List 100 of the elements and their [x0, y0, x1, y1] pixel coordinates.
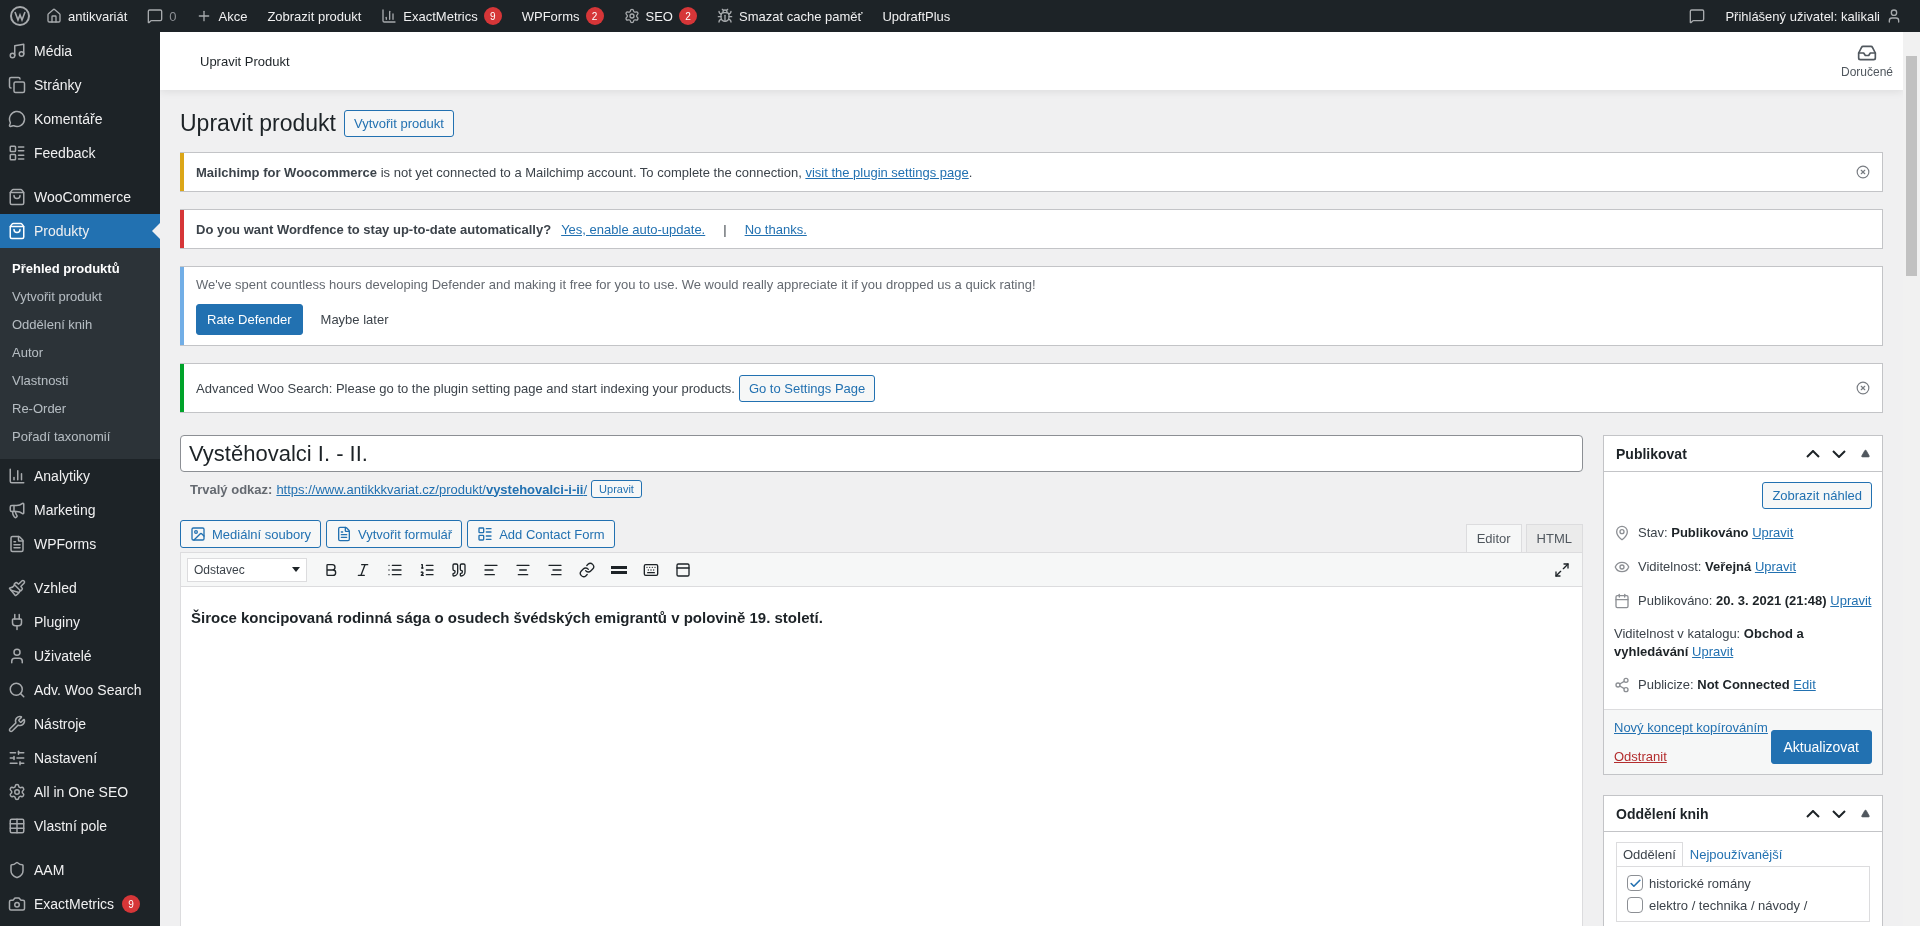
later-button[interactable]: Maybe later [308, 304, 401, 335]
user-link[interactable]: Přihlášený uživatel: kalikali [1715, 0, 1912, 32]
sidebar-item[interactable]: Nastavení [0, 741, 160, 775]
sidebar-item[interactable]: Pluginy [0, 605, 160, 639]
settings-link[interactable]: visit the plugin settings page [805, 164, 969, 180]
edit-link[interactable]: Upravit [1752, 524, 1794, 540]
header-title: Upravit Produkt [200, 53, 290, 69]
media-button[interactable]: Vytvořit formulář [326, 520, 463, 548]
meta-text: Stav: Publikováno Upravit [1638, 523, 1794, 542]
admin-bar-link[interactable]: Akce [186, 0, 258, 32]
media-icon [8, 42, 26, 60]
meta-text: Publicize: Not Connected Edit [1638, 676, 1816, 695]
media-button[interactable]: Add Contact Form [467, 520, 615, 548]
rate-button[interactable]: Rate Defender [196, 304, 303, 335]
category-tab[interactable]: Nejpoužívanější [1682, 842, 1790, 867]
sidebar-item[interactable]: WPForms [0, 527, 160, 561]
notice-link[interactable]: Yes, enable auto-update. [561, 221, 706, 237]
checkbox[interactable] [1627, 875, 1643, 892]
sidebar-item[interactable]: ExactMetrics 9 [0, 887, 160, 921]
close-icon[interactable] [1856, 381, 1870, 395]
eye-icon [1614, 559, 1630, 575]
pin-icon [1614, 525, 1630, 541]
close-icon[interactable] [1856, 165, 1870, 179]
submenu-item[interactable]: Přehled produktů [0, 255, 160, 283]
copy-draft-link[interactable]: Nový koncept kopírováním [1614, 720, 1768, 736]
sidebar-item[interactable]: Analytiky [0, 459, 160, 493]
fullscreen-icon [1554, 561, 1570, 578]
bold-icon [323, 561, 339, 578]
sidebar-item[interactable]: Komentáře [0, 102, 160, 136]
sidebar-item[interactable]: Uživatelé [0, 639, 160, 673]
submenu-item[interactable]: Re-Order [0, 395, 160, 423]
edit-permalink-button[interactable]: Upravit [591, 480, 642, 498]
format-select[interactable]: Odstavec [187, 557, 307, 582]
editor-tab[interactable]: Editor [1465, 524, 1522, 553]
edit-link[interactable]: Upravit [1754, 558, 1797, 574]
notice-text: Advanced Woo Search: Please go to the plugin setting page and start indexing your products. [196, 380, 735, 396]
edit-link[interactable]: Upravit [1830, 592, 1872, 608]
shield-icon [8, 861, 26, 879]
form-icon [8, 144, 26, 162]
sidebar-item[interactable]: All in One SEO [0, 775, 160, 809]
edit-link[interactable]: Upravit [1692, 644, 1734, 660]
form-icon [336, 526, 352, 542]
admin-bar-link[interactable]: antikvariát [36, 0, 138, 32]
notice-text: We've spent countless hours developing Defender and making it free for you to use. We would really appreciate it if you dropped us a quick rating! [196, 277, 1036, 292]
bar-chart-icon [381, 8, 398, 24]
category-tab[interactable]: Oddělení [1616, 842, 1683, 867]
count-badge: 9 [483, 7, 502, 25]
triangle-up-icon [1860, 809, 1870, 819]
sidebar-item[interactable]: Produkty [0, 214, 160, 248]
sidebar-item[interactable]: Média [0, 34, 160, 68]
keyboard-icon [643, 561, 659, 578]
admin-bar-link[interactable]: Smazat cache paměť [707, 0, 873, 32]
more-tag-icon [611, 565, 627, 574]
update-button[interactable]: Aktualizovat [1770, 730, 1872, 765]
edit-link[interactable]: Edit [1793, 677, 1816, 693]
sidebar-item[interactable]: Nástroje [0, 707, 160, 741]
admin-bar-link[interactable]: Zobrazit produkt [257, 0, 372, 32]
admin-bar-link[interactable]: UpdraftPlus [872, 0, 961, 32]
gear-icon [8, 783, 26, 801]
delete-link[interactable]: Odstranit [1614, 749, 1768, 765]
chevron-down-icon [1832, 449, 1846, 458]
admin-bar-link[interactable]: ExactMetrics 9 [371, 0, 512, 32]
sidebar-item[interactable]: WooCommerce [0, 180, 160, 214]
pages-icon [8, 76, 26, 94]
submenu-item[interactable]: Vlastnosti [0, 367, 160, 395]
add-new-button[interactable]: Vytvořit produkt [343, 110, 454, 137]
wordpress-logo-icon[interactable] [10, 6, 30, 26]
sidebar-item[interactable]: Adv. Woo Search [0, 673, 160, 707]
comment-icon [147, 8, 164, 24]
checkbox[interactable] [1627, 897, 1643, 914]
inbox-button[interactable]: Doručené [1840, 43, 1893, 79]
form-icon [477, 526, 494, 542]
admin-bar-link[interactable]: SEO 2 [613, 0, 707, 32]
chevron-up-icon [1806, 809, 1820, 818]
media-button[interactable]: Mediální soubory [180, 520, 321, 548]
toolbar-toggle-icon [675, 561, 691, 578]
inbox-icon [1857, 43, 1877, 63]
quote-icon [451, 561, 467, 578]
preview-button[interactable]: Zobrazit náhled [1762, 482, 1872, 509]
sidebar-item[interactable]: Stránky [0, 68, 160, 102]
sidebar-item[interactable]: Marketing [0, 493, 160, 527]
notice-link[interactable]: No thanks. [744, 221, 807, 237]
chevron-down-icon [1832, 809, 1846, 818]
permalink-link[interactable]: https://www.antikkkvariat.cz/produkt/vystehovalci-i-ii/ [276, 481, 588, 497]
submenu-item[interactable]: Vytvořit produkt [0, 283, 160, 311]
triangle-up-icon [1860, 449, 1870, 458]
sidebar-item[interactable]: Feedback [0, 136, 160, 170]
admin-bar-link[interactable]: WPForms 2 [511, 0, 614, 32]
meta-text: Viditelnost v katalogu: Obchod a vyhledávání Upravit [1614, 625, 1805, 662]
sidebar-item[interactable]: Vzhled [0, 571, 160, 605]
settings-button[interactable]: Go to Settings Page [738, 374, 876, 402]
submenu-item[interactable]: Pořadí taxonomií [0, 423, 160, 451]
sidebar-item[interactable]: AAM [0, 853, 160, 887]
sidebar-item[interactable]: Vlastní pole [0, 809, 160, 843]
admin-bar-link[interactable]: 0 [137, 0, 187, 32]
title-field[interactable]: Vystěhovalci I. - II. [180, 435, 1583, 472]
chevron-up-icon [1806, 449, 1820, 458]
submenu-item[interactable]: Autor [0, 339, 160, 367]
submenu-item[interactable]: Oddělení knih [0, 311, 160, 339]
editor-tab[interactable]: HTML [1525, 524, 1583, 553]
